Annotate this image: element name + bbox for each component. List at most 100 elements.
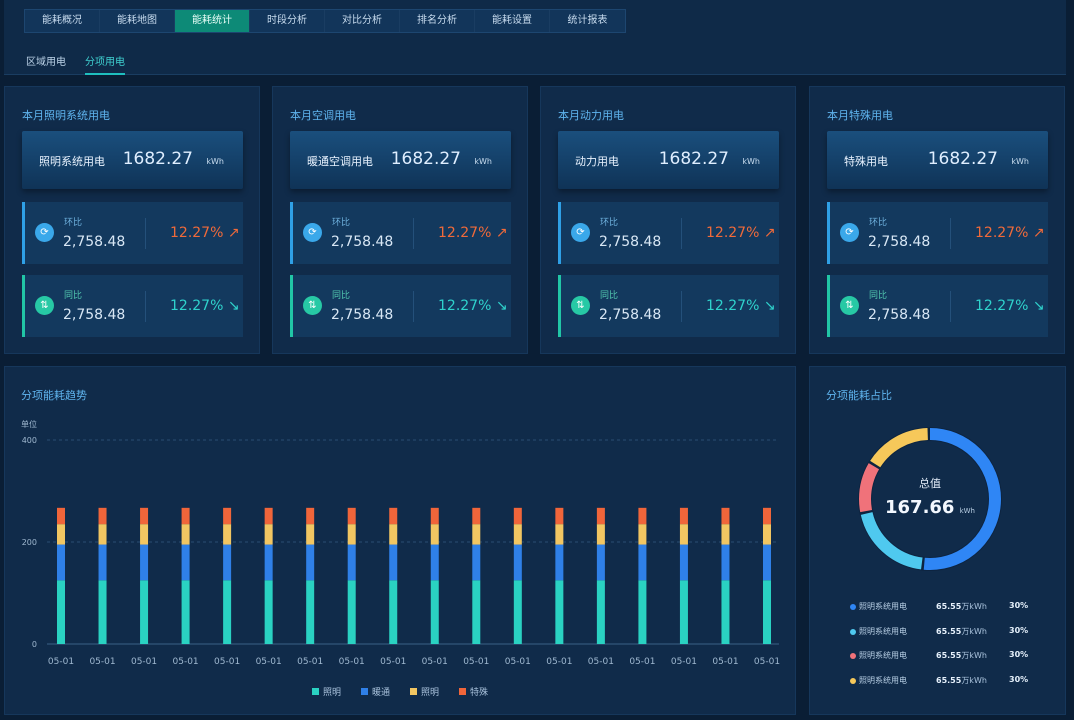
main-label: 照明系统用电 bbox=[39, 155, 105, 168]
bar-segment bbox=[763, 580, 771, 644]
stat-divider bbox=[145, 218, 146, 249]
legend-name: 照明系统用电 bbox=[859, 626, 907, 636]
legend-item: 特殊 bbox=[459, 685, 488, 698]
stat-number: 2,758.48 bbox=[63, 307, 126, 323]
stat-divider bbox=[145, 291, 146, 322]
tab-3[interactable]: 能耗统计 bbox=[175, 10, 250, 32]
share-legend-row: 照明系统用电 65.55万kWh 30% bbox=[848, 675, 1058, 700]
bar-segment bbox=[430, 544, 439, 581]
y-tick-label: 0 bbox=[32, 640, 37, 649]
bar-segment bbox=[264, 544, 273, 581]
bar-segment bbox=[472, 507, 481, 525]
updown-icon: ⇅ bbox=[35, 296, 54, 315]
bar-segment bbox=[513, 544, 522, 581]
bar-segment bbox=[430, 507, 439, 525]
mom-block: ⟳ 环比 2,758.48 12.27% ↗ bbox=[558, 202, 779, 264]
card-main-value: 暖通空调用电 1682.27 kWh bbox=[290, 131, 511, 189]
legend-name: 照明系统用电 bbox=[859, 651, 907, 660]
trend-legend: 照明 暖通 照明 特殊 bbox=[5, 685, 795, 698]
bar-segment bbox=[389, 507, 398, 525]
x-tick-label: 05-01 bbox=[463, 657, 489, 667]
yoy-block: ⇅ 同比 2,758.48 12.27% ↘ bbox=[827, 275, 1048, 337]
kpi-card: 本月动力用电 动力用电 1682.27 kWh ⟳ 环比 2,758.48 12.27% ↗ ⇅… bbox=[540, 86, 796, 354]
stat-number: 2,758.48 bbox=[599, 307, 662, 323]
bar-segment bbox=[721, 524, 730, 545]
bar-segment bbox=[223, 580, 232, 644]
bar-segment bbox=[57, 580, 65, 644]
legend-swatch bbox=[360, 688, 368, 695]
legend-name: 照明系统用电 bbox=[859, 602, 907, 611]
x-tick-label: 05-01 bbox=[48, 657, 74, 667]
main-unit: kWh bbox=[742, 157, 760, 166]
legend-item: 照明 bbox=[311, 685, 341, 698]
x-tick-label: 05-01 bbox=[712, 657, 738, 667]
bar-segment bbox=[264, 524, 273, 545]
bar-segment bbox=[679, 524, 688, 545]
x-tick-label: 05-01 bbox=[422, 657, 448, 667]
main-value: 1682.27 bbox=[122, 149, 193, 169]
x-tick-label: 05-01 bbox=[588, 657, 614, 667]
cycle-icon: ⟳ bbox=[303, 223, 322, 242]
tab-1[interactable]: 能耗概况 bbox=[25, 10, 100, 32]
cycle-icon: ⟳ bbox=[571, 223, 590, 242]
x-tick-label: 05-01 bbox=[505, 657, 531, 667]
legend-name: 照明系统用电 bbox=[859, 675, 907, 685]
yoy-block: ⇅ 同比 2,758.48 12.27% ↘ bbox=[558, 275, 779, 337]
card-title: 本月照明系统用电 bbox=[22, 109, 110, 122]
tab-2[interactable]: 能耗地图 bbox=[100, 10, 175, 32]
legend-value-number: 65.55 bbox=[936, 651, 962, 660]
tab-5[interactable]: 对比分析 bbox=[325, 10, 400, 32]
bar-segment bbox=[389, 544, 398, 581]
cycle-icon: ⟳ bbox=[840, 223, 859, 242]
main-value: 1682.27 bbox=[927, 149, 998, 169]
stat-number: 2,758.48 bbox=[868, 234, 931, 250]
tab-8[interactable]: 统计报表 bbox=[550, 10, 625, 32]
bar-segment bbox=[555, 580, 564, 644]
trend-chart: 单位 0 200 400 05-01 05-01 05-01 05-01 05-01 05-01 0… bbox=[21, 419, 780, 667]
bar-segment bbox=[763, 524, 771, 545]
card-main-value: 照明系统用电 1682.27 kWh bbox=[22, 131, 243, 189]
yoy-block: ⇅ 同比 2,758.48 12.27% ↘ bbox=[22, 275, 243, 337]
x-tick-label: 05-01 bbox=[754, 657, 780, 667]
cycle-icon: ⟳ bbox=[35, 223, 54, 242]
tab-4[interactable]: 时段分析 bbox=[250, 10, 325, 32]
stat-divider bbox=[413, 218, 414, 249]
legend-dot bbox=[850, 628, 856, 635]
bar-segment bbox=[472, 544, 481, 581]
subtab-1[interactable]: 区域用电 bbox=[26, 53, 66, 75]
stat-percent: 12.27% ↗ bbox=[170, 225, 240, 241]
updown-icon: ⇅ bbox=[303, 296, 322, 315]
donut-center-label: 总值 bbox=[919, 477, 941, 490]
tab-7[interactable]: 能耗设置 bbox=[475, 10, 550, 32]
card-main-value: 特殊用电 1682.27 kWh bbox=[827, 131, 1048, 189]
legend-item: 照明 bbox=[410, 685, 439, 698]
bar-segment bbox=[306, 507, 315, 525]
bar-segment bbox=[472, 524, 481, 545]
y-tick-label: 200 bbox=[22, 538, 37, 547]
bar-segment bbox=[140, 544, 149, 581]
stat-divider bbox=[681, 218, 682, 249]
legend-value-unit: 万kWh bbox=[961, 651, 987, 660]
x-tick-label: 05-01 bbox=[131, 657, 157, 667]
legend-percent: 30% bbox=[1009, 650, 1029, 659]
bar-segment bbox=[763, 544, 771, 581]
main-label: 动力用电 bbox=[575, 155, 619, 168]
stat-number: 2,758.48 bbox=[331, 307, 394, 323]
bar-segment bbox=[347, 524, 356, 545]
subtab-2[interactable]: 分项用电 bbox=[85, 53, 125, 75]
bar-segment bbox=[763, 507, 771, 525]
tab-6[interactable]: 排名分析 bbox=[400, 10, 475, 32]
bar-segment bbox=[596, 524, 605, 545]
legend-value-unit: 万kWh bbox=[961, 675, 987, 685]
legend-percent: 30% bbox=[1009, 601, 1029, 610]
stat-divider bbox=[413, 291, 414, 322]
legend-value: 65.55万kWh bbox=[936, 626, 987, 637]
bar-segment bbox=[638, 507, 647, 525]
x-tick-label: 05-01 bbox=[89, 657, 115, 667]
kpi-card: 本月照明系统用电 照明系统用电 1682.27 kWh ⟳ 环比 2,758.48 12.27… bbox=[4, 86, 260, 354]
bar-segment bbox=[98, 544, 107, 581]
x-tick-label: 05-01 bbox=[256, 657, 282, 667]
legend-value-number: 65.55 bbox=[936, 602, 962, 611]
stat-label: 同比 bbox=[64, 291, 83, 301]
card-title: 本月动力用电 bbox=[558, 109, 624, 122]
